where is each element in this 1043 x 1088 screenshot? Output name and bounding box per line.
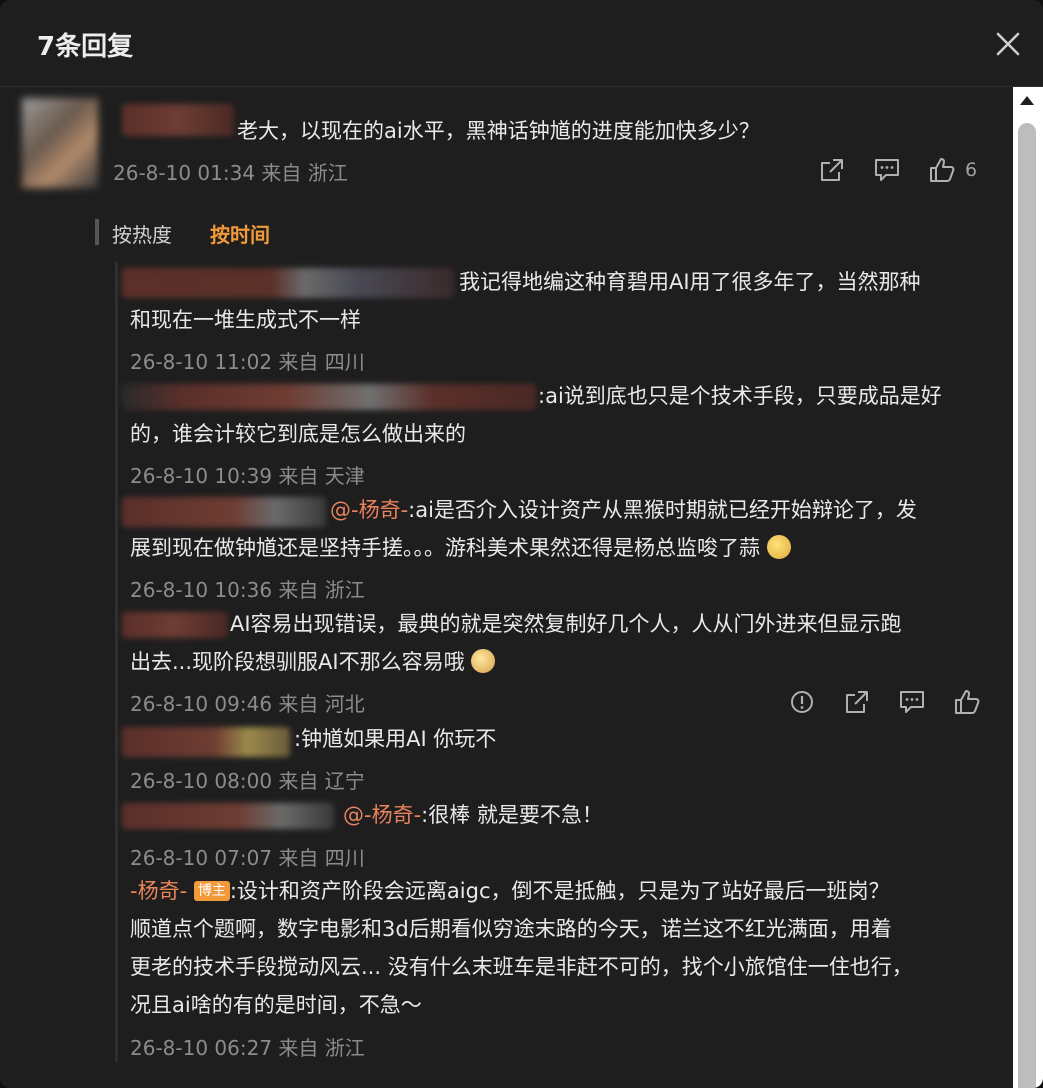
thumbs-up-icon <box>955 690 980 714</box>
reply-text: 我记得地编这种育碧用AI用了很多年了，当然那种 <box>459 270 921 294</box>
mention-link[interactable]: @-杨奇- <box>343 803 421 827</box>
reply-meta: 26-8-10 09:46 来自 河北 <box>130 688 365 717</box>
reply-text-line2: 的，谁会计较它到底是怎么做出来的 <box>130 422 466 446</box>
reply-text: :ai说到底也只是个技术手段，只要成品是好 <box>538 384 942 408</box>
comment-time: 26-8-10 01:34 <box>113 161 256 185</box>
reply-text-line2: 和现在一堆生成式不一样 <box>130 308 361 332</box>
reply-thread-line <box>115 262 118 1062</box>
reply-text-content: :设计和资产阶段会远离aigc，倒不是抵触，只是为了站好最后一班岗？ <box>229 879 890 903</box>
reply-text-line2: 出去...现阶段想驯服AI不那么容易哦 <box>130 643 496 681</box>
author-badge: 博主 <box>193 881 230 901</box>
main-comment-text: 老大，以现在的ai水平，黑神话钟馗的进度能加快多少？ <box>237 119 760 143</box>
share-icon <box>846 691 868 713</box>
close-icon <box>996 32 1020 56</box>
username-redacted[interactable] <box>122 104 234 136</box>
reply-time: 26-8-10 06:27 <box>130 1036 273 1060</box>
reply-meta: 26-8-10 11:02 来自 四川 <box>130 346 365 375</box>
comment-icon <box>875 159 899 181</box>
reply-location: 来自 浙江 <box>278 578 365 602</box>
comment-button[interactable] <box>897 687 927 717</box>
username-redacted[interactable] <box>122 803 334 829</box>
reply-location: 来自 浙江 <box>278 1036 365 1060</box>
reply-location: 来自 四川 <box>278 350 365 374</box>
dialog-header: 7条回复 <box>0 0 1043 87</box>
report-button[interactable] <box>787 687 817 717</box>
username-redacted[interactable] <box>122 612 228 638</box>
username-redacted[interactable] <box>122 384 536 410</box>
reply-text-content: 展到现在做钟馗还是坚持手搓。。。游科美术果然还得是杨总监唆了蒜 <box>130 536 760 560</box>
dialog-title: 7条回复 <box>37 32 134 62</box>
avatar[interactable] <box>22 98 98 188</box>
username-redacted[interactable] <box>122 268 454 298</box>
sort-divider <box>95 219 99 245</box>
reply-text-content: :很棒 就是要不急！ <box>421 803 603 827</box>
replies-dialog: 7条回复 老大，以现在的ai水平，黑神话钟馗的进度能加快多少？ 26-8-10 … <box>0 0 1043 1088</box>
reply-text: :钟馗如果用AI 你玩不 <box>294 727 497 751</box>
reply-location: 来自 四川 <box>278 846 365 870</box>
like-button[interactable] <box>952 687 982 717</box>
comment-icon <box>900 691 924 713</box>
reply-text-line3: 更老的技术手段搅动风云... 没有什么末班车是非赶不可的，找个小旅馆住一住也行， <box>130 955 913 979</box>
reply-text: AI容易出现错误，最典的就是突然复制好几个人，人从门外进来但显示跑 <box>230 612 902 636</box>
reply-text: @-杨奇-:ai是否介入设计资产从黑猴时期就已经开始辩论了，发 <box>330 491 917 529</box>
scrollbar[interactable] <box>1013 87 1043 1088</box>
dog-emoji-icon <box>471 649 496 673</box>
thumbs-up-icon <box>930 158 955 182</box>
reply-time: 26-8-10 07:07 <box>130 846 273 870</box>
reply-text: -杨奇- 博主:设计和资产阶段会远离aigc，倒不是抵触，只是为了站好最后一班岗… <box>130 872 890 910</box>
mention-link[interactable]: @-杨奇- <box>330 498 408 522</box>
reply-time: 26-8-10 11:02 <box>130 350 273 374</box>
reply-text: @-杨奇-:很棒 就是要不急！ <box>343 796 603 834</box>
scroll-up-icon[interactable] <box>1020 96 1034 105</box>
sort-by-hot[interactable]: 按热度 <box>112 219 172 248</box>
username-redacted[interactable] <box>122 497 326 527</box>
close-button[interactable] <box>990 26 1026 62</box>
reply-text-content: :ai是否介入设计资产从黑猴时期就已经开始辩论了，发 <box>408 498 917 522</box>
alert-icon <box>791 691 813 713</box>
reply-text-line2: 顺道点个题啊，数字电影和3d后期看似穷途末路的今天，诺兰这不红光满面，用着 <box>130 917 892 941</box>
reply-text-content: 出去...现阶段想驯服AI不那么容易哦 <box>130 650 465 674</box>
username-redacted[interactable] <box>122 727 290 757</box>
scrollbar-thumb[interactable] <box>1018 123 1036 1088</box>
reply-location: 来自 天津 <box>278 464 365 488</box>
share-button[interactable] <box>817 155 847 185</box>
reply-location: 来自 辽宁 <box>278 769 365 793</box>
share-icon <box>821 159 843 181</box>
reply-text-line2: 展到现在做钟馗还是坚持手搓。。。游科美术果然还得是杨总监唆了蒜 <box>130 529 791 567</box>
reply-meta: 26-8-10 10:36 来自 浙江 <box>130 574 365 603</box>
share-button[interactable] <box>842 687 872 717</box>
reply-meta: 26-8-10 08:00 来自 辽宁 <box>130 765 365 794</box>
reply-time: 26-8-10 10:39 <box>130 464 273 488</box>
sort-by-time[interactable]: 按时间 <box>210 219 270 248</box>
emoji-icon <box>766 535 791 559</box>
reply-meta: 26-8-10 10:39 来自 天津 <box>130 460 365 489</box>
reply-meta: 26-8-10 07:07 来自 四川 <box>130 842 365 871</box>
reply-location: 来自 河北 <box>278 692 365 716</box>
like-button[interactable] <box>927 155 957 185</box>
author-name[interactable]: -杨奇- <box>130 879 187 903</box>
reply-time: 26-8-10 08:00 <box>130 769 273 793</box>
reply-time: 26-8-10 09:46 <box>130 692 273 716</box>
comment-button[interactable] <box>872 155 902 185</box>
reply-meta: 26-8-10 06:27 来自 浙江 <box>130 1032 365 1061</box>
comment-location: 来自 浙江 <box>261 161 348 185</box>
reply-text-line4: 况且ai啥的有的是时间，不急～ <box>130 993 422 1017</box>
reply-time: 26-8-10 10:36 <box>130 578 273 602</box>
like-count: 6 <box>965 159 978 181</box>
main-comment-meta: 26-8-10 01:34 来自 浙江 <box>113 157 348 186</box>
